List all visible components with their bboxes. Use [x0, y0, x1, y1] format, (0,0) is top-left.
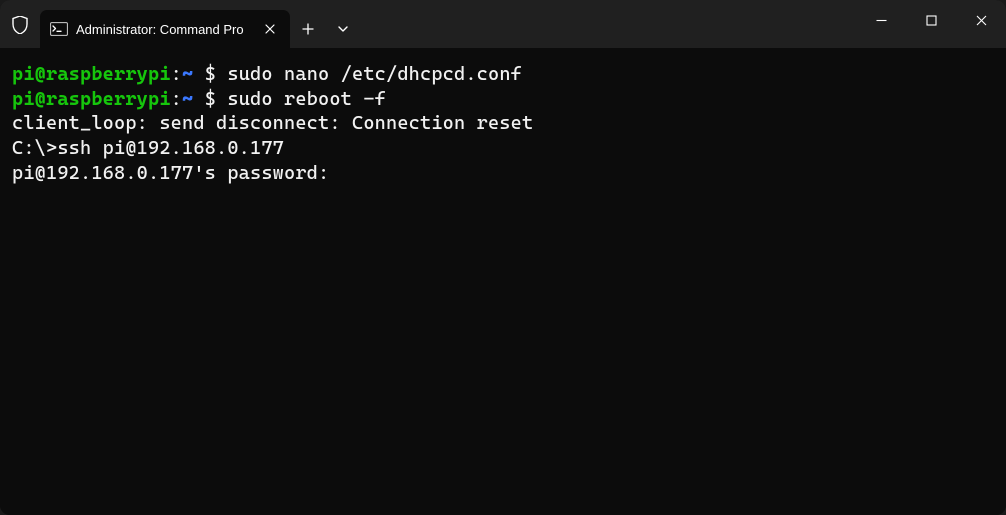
- maximize-button[interactable]: [906, 0, 956, 40]
- tab-active[interactable]: Administrator: Command Pro: [40, 10, 290, 48]
- window-close-button[interactable]: [956, 0, 1006, 40]
- titlebar: Administrator: Command Pro: [0, 0, 1006, 48]
- tab-close-button[interactable]: [260, 19, 280, 39]
- close-icon: [976, 15, 987, 26]
- terminal-body[interactable]: pi@raspberrypi:~ $ sudo nano /etc/dhcpcd…: [0, 48, 1006, 515]
- plus-icon: [302, 23, 314, 35]
- minimize-icon: [876, 15, 887, 26]
- terminal-line: pi@192.168.0.177's password:: [12, 161, 994, 186]
- tab-title: Administrator: Command Pro: [76, 22, 252, 37]
- prompt-sep: :: [171, 88, 182, 110]
- tab-dropdown-area: [326, 10, 360, 48]
- prompt-path: ~: [182, 63, 193, 85]
- terminal-line: C:\>ssh pi@192.168.0.177: [12, 136, 994, 161]
- command-prompt-icon: [50, 22, 68, 36]
- prompt-user: pi@raspberrypi: [12, 63, 171, 85]
- close-icon: [265, 24, 275, 34]
- new-tab-area: [290, 10, 326, 48]
- window-controls: [856, 0, 1006, 48]
- terminal-line: client_loop: send disconnect: Connection…: [12, 111, 994, 136]
- new-tab-button[interactable]: [295, 16, 321, 42]
- prompt-dollar: $: [193, 63, 227, 85]
- terminal-window: Administrator: Command Pro: [0, 0, 1006, 515]
- titlebar-left: Administrator: Command Pro: [0, 0, 360, 48]
- prompt-user: pi@raspberrypi: [12, 88, 171, 110]
- tab-dropdown-button[interactable]: [330, 16, 356, 42]
- command-text: sudo nano /etc/dhcpcd.conf: [227, 63, 522, 85]
- minimize-button[interactable]: [856, 0, 906, 40]
- terminal-line: pi@raspberrypi:~ $ sudo reboot -f: [12, 87, 994, 112]
- command-text: sudo reboot -f: [227, 88, 386, 110]
- prompt-path: ~: [182, 88, 193, 110]
- prompt-dollar: $: [193, 88, 227, 110]
- admin-shield-icon: [0, 14, 40, 34]
- terminal-line: pi@raspberrypi:~ $ sudo nano /etc/dhcpcd…: [12, 62, 994, 87]
- chevron-down-icon: [337, 23, 349, 35]
- maximize-icon: [926, 15, 937, 26]
- prompt-sep: :: [171, 63, 182, 85]
- titlebar-drag-region[interactable]: [360, 0, 856, 48]
